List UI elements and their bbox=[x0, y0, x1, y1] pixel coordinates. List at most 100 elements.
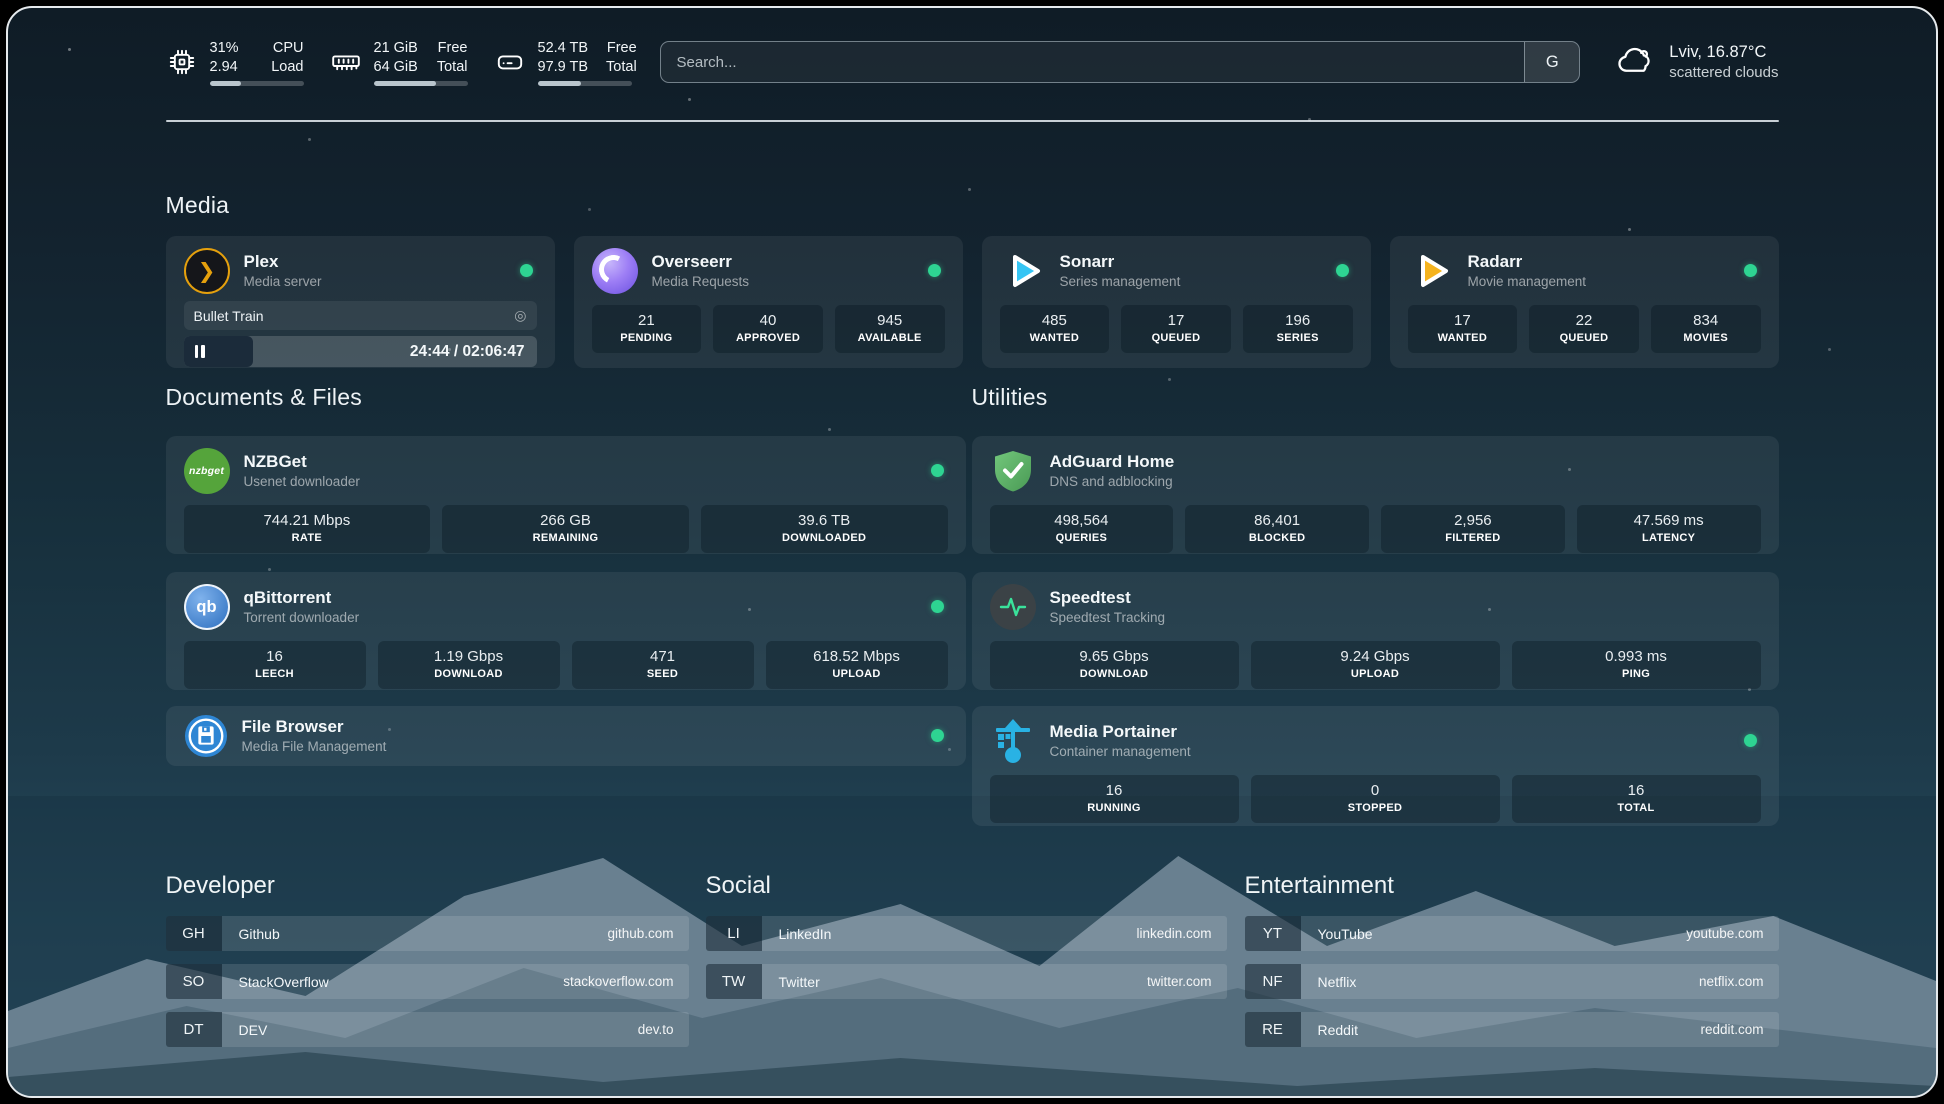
service-card-radarr[interactable]: Radarr Movie management 17WANTED22QUEUED… bbox=[1390, 236, 1779, 368]
plex-icon: ❯ bbox=[184, 248, 230, 294]
bookmark-link[interactable]: SOStackOverflow stackoverflow.com bbox=[166, 964, 689, 999]
status-dot bbox=[1744, 264, 1757, 277]
bookmark-link[interactable]: YTYouTubeyoutube.com bbox=[1245, 916, 1779, 951]
section-heading-entertainment: Entertainment bbox=[1245, 872, 1779, 900]
stat-block: 834MOVIES bbox=[1651, 305, 1761, 353]
bookmark-name: YouTube bbox=[1301, 926, 1373, 942]
resource-widgets: 31% CPU 2.94 Load bbox=[166, 39, 632, 86]
service-name: Overseerr bbox=[652, 251, 750, 273]
memory-free-label: Free bbox=[437, 39, 468, 58]
stat-value: 9.24 Gbps bbox=[1255, 647, 1496, 667]
bookmark-abbr: DT bbox=[166, 1012, 222, 1047]
section-heading-documents: Documents & Files bbox=[166, 384, 362, 411]
bookmark-abbr: RE bbox=[1245, 1012, 1301, 1047]
stat-value: 17 bbox=[1125, 311, 1227, 331]
search-provider-button[interactable]: G bbox=[1524, 42, 1579, 82]
stat-value: 266 GB bbox=[446, 511, 685, 531]
bookmark-link[interactable]: LILinkedInlinkedin.com bbox=[706, 916, 1227, 951]
service-card-portainer[interactable]: Media Portainer Container management 16R… bbox=[972, 706, 1779, 826]
stat-block: 945AVAILABLE bbox=[835, 305, 945, 353]
disk-icon bbox=[494, 46, 526, 78]
radarr-icon bbox=[1408, 248, 1454, 294]
service-card-adguard[interactable]: AdGuard Home DNS and adblocking 498,564Q… bbox=[972, 436, 1779, 554]
disk-widget: 52.4 TB Free 97.9 TB Total bbox=[494, 39, 632, 86]
stat-label: QUERIES bbox=[994, 531, 1170, 546]
weather-widget[interactable]: Lviv, 16.87°C scattered clouds bbox=[1614, 41, 1778, 83]
stat-block: 485WANTED bbox=[1000, 305, 1110, 353]
memory-widget: 21 GiB Free 64 GiB Total bbox=[330, 39, 468, 86]
stat-label: SERIES bbox=[1247, 331, 1349, 346]
stat-value: 744.21 Mbps bbox=[188, 511, 427, 531]
bookmark-list: YTYouTubeyoutube.com NFNetflix netflix.com… bbox=[1245, 916, 1779, 1047]
service-stats: 9.65 GbpsDOWNLOAD9.24 GbpsUPLOAD0.993 ms… bbox=[990, 641, 1761, 689]
service-card-overseerr[interactable]: Overseerr Media Requests 21PENDING40APPR… bbox=[574, 236, 963, 368]
bookmark-abbr: SO bbox=[166, 964, 222, 999]
stat-label: UPLOAD bbox=[770, 667, 944, 682]
service-description: Speedtest Tracking bbox=[1050, 609, 1166, 627]
stat-value: 196 bbox=[1247, 311, 1349, 331]
bookmark-link[interactable]: GHGithubgithub.com bbox=[166, 916, 689, 951]
weather-location-temp: Lviv, 16.87°C bbox=[1669, 41, 1778, 63]
stat-value: 0 bbox=[1255, 781, 1496, 801]
bookmark-group-entertainment: Entertainment YTYouTubeyoutube.com NFNetf… bbox=[1245, 872, 1779, 1047]
bookmark-domain: stackoverflow.com bbox=[563, 974, 688, 989]
bookmark-link[interactable]: NFNetflix netflix.com bbox=[1245, 964, 1779, 999]
service-card-speedtest[interactable]: Speedtest Speedtest Tracking 9.65 GbpsDO… bbox=[972, 572, 1779, 690]
stat-block: 39.6 TBDOWNLOADED bbox=[701, 505, 948, 553]
filebrowser-icon bbox=[184, 714, 228, 758]
stat-label: LATENCY bbox=[1581, 531, 1757, 546]
disk-total-label: Total bbox=[606, 58, 637, 77]
memory-progress-track bbox=[374, 81, 468, 86]
stat-label: DOWNLOAD bbox=[382, 667, 556, 682]
bookmark-abbr: YT bbox=[1245, 916, 1301, 951]
stat-block: 40APPROVED bbox=[713, 305, 823, 353]
bookmark-name: StackOverflow bbox=[222, 974, 329, 990]
stat-block: 22QUEUED bbox=[1529, 305, 1639, 353]
stat-block: 618.52 MbpsUPLOAD bbox=[766, 641, 948, 689]
stat-label: FILTERED bbox=[1385, 531, 1561, 546]
cpu-widget: 31% CPU 2.94 Load bbox=[166, 39, 304, 86]
bookmark-abbr: NF bbox=[1245, 964, 1301, 999]
stat-label: RATE bbox=[188, 531, 427, 546]
status-dot bbox=[931, 464, 944, 477]
stat-block: 17WANTED bbox=[1408, 305, 1518, 353]
bookmark-link[interactable]: RERedditreddit.com bbox=[1245, 1012, 1779, 1047]
service-card-plex[interactable]: ❯ Plex Media server Bullet Train ◎ 24:44… bbox=[166, 236, 555, 368]
status-dot bbox=[1336, 264, 1349, 277]
stat-value: 16 bbox=[994, 781, 1235, 801]
service-card-nzbget[interactable]: nzbget NZBGet Usenet downloader 744.21 M… bbox=[166, 436, 966, 554]
status-dot bbox=[928, 264, 941, 277]
stat-label: DOWNLOAD bbox=[994, 667, 1235, 682]
bookmark-domain: twitter.com bbox=[1147, 974, 1227, 989]
bookmark-domain: netflix.com bbox=[1699, 974, 1779, 989]
search-input[interactable] bbox=[661, 42, 1525, 82]
nzbget-icon: nzbget bbox=[184, 448, 230, 494]
stat-value: 618.52 Mbps bbox=[770, 647, 944, 667]
service-card-filebrowser[interactable]: File Browser Media File Management bbox=[166, 706, 966, 766]
service-card-qbittorrent[interactable]: qb qBittorrent Torrent downloader 16LEEC… bbox=[166, 572, 966, 690]
service-description: Usenet downloader bbox=[244, 473, 360, 491]
stat-label: BLOCKED bbox=[1189, 531, 1365, 546]
disk-total-value: 97.9 TB bbox=[538, 58, 589, 77]
section-heading-social: Social bbox=[706, 872, 1227, 900]
portainer-icon bbox=[990, 718, 1036, 764]
service-description: Media Requests bbox=[652, 273, 750, 291]
bookmark-name: Netflix bbox=[1301, 974, 1357, 990]
service-card-sonarr[interactable]: Sonarr Series management 485WANTED17QUEU… bbox=[982, 236, 1371, 368]
now-playing-view-icon: ◎ bbox=[514, 307, 526, 324]
cpu-progress-track bbox=[210, 81, 304, 86]
service-stats: 16RUNNING0STOPPED16TOTAL bbox=[990, 775, 1761, 823]
bookmark-link[interactable]: TWTwittertwitter.com bbox=[706, 964, 1227, 999]
stat-label: REMAINING bbox=[446, 531, 685, 546]
stat-block: 0.993 msPING bbox=[1512, 641, 1761, 689]
memory-icon bbox=[330, 46, 362, 78]
stat-label: PING bbox=[1516, 667, 1757, 682]
stat-block: 1.19 GbpsDOWNLOAD bbox=[378, 641, 560, 689]
stat-label: DOWNLOADED bbox=[705, 531, 944, 546]
cpu-icon bbox=[166, 46, 198, 78]
search-bar: G bbox=[660, 41, 1581, 83]
stat-label: APPROVED bbox=[717, 331, 819, 346]
memory-progress-fill bbox=[374, 81, 437, 86]
bookmark-link[interactable]: DTDEVdev.to bbox=[166, 1012, 689, 1047]
service-description: Media server bbox=[244, 273, 322, 291]
